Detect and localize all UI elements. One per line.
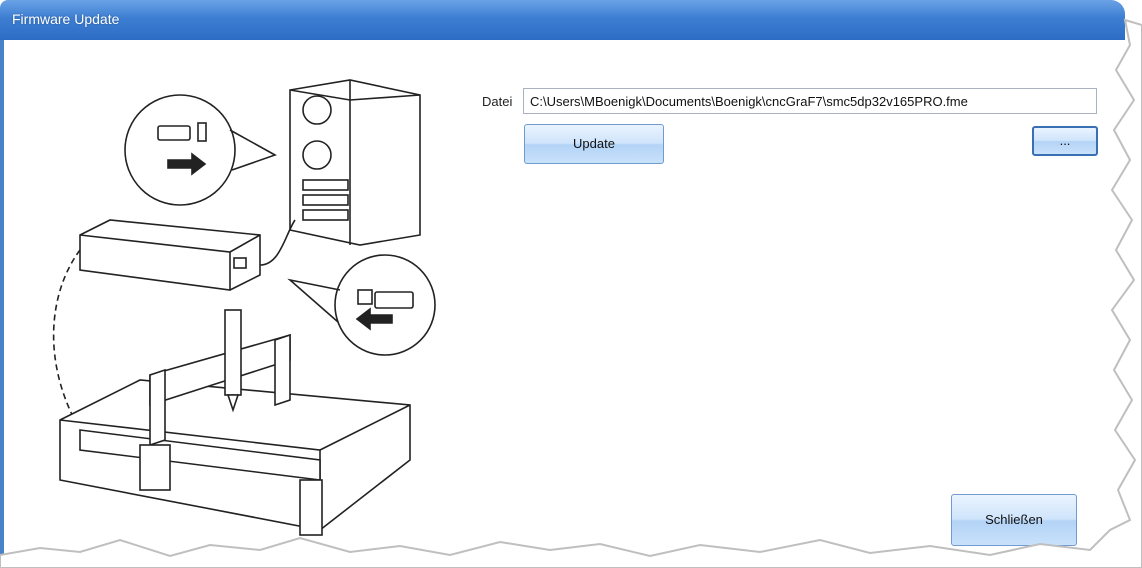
title-bar[interactable]: Firmware Update: [0, 0, 1125, 40]
file-label: Datei: [482, 94, 513, 109]
firmware-file-path-input[interactable]: [523, 88, 1097, 114]
update-button[interactable]: Update: [524, 124, 664, 164]
close-button[interactable]: Schließen: [951, 494, 1077, 546]
cnc-machine-connection-illustration: [52, 79, 436, 536]
firmware-update-window: Firmware Update Datei C:\Users\MBoenigk\…: [0, 0, 1142, 568]
window-title: Firmware Update: [12, 11, 120, 27]
window-frame-left: [0, 40, 4, 555]
browse-file-button[interactable]: ...: [1032, 126, 1098, 156]
